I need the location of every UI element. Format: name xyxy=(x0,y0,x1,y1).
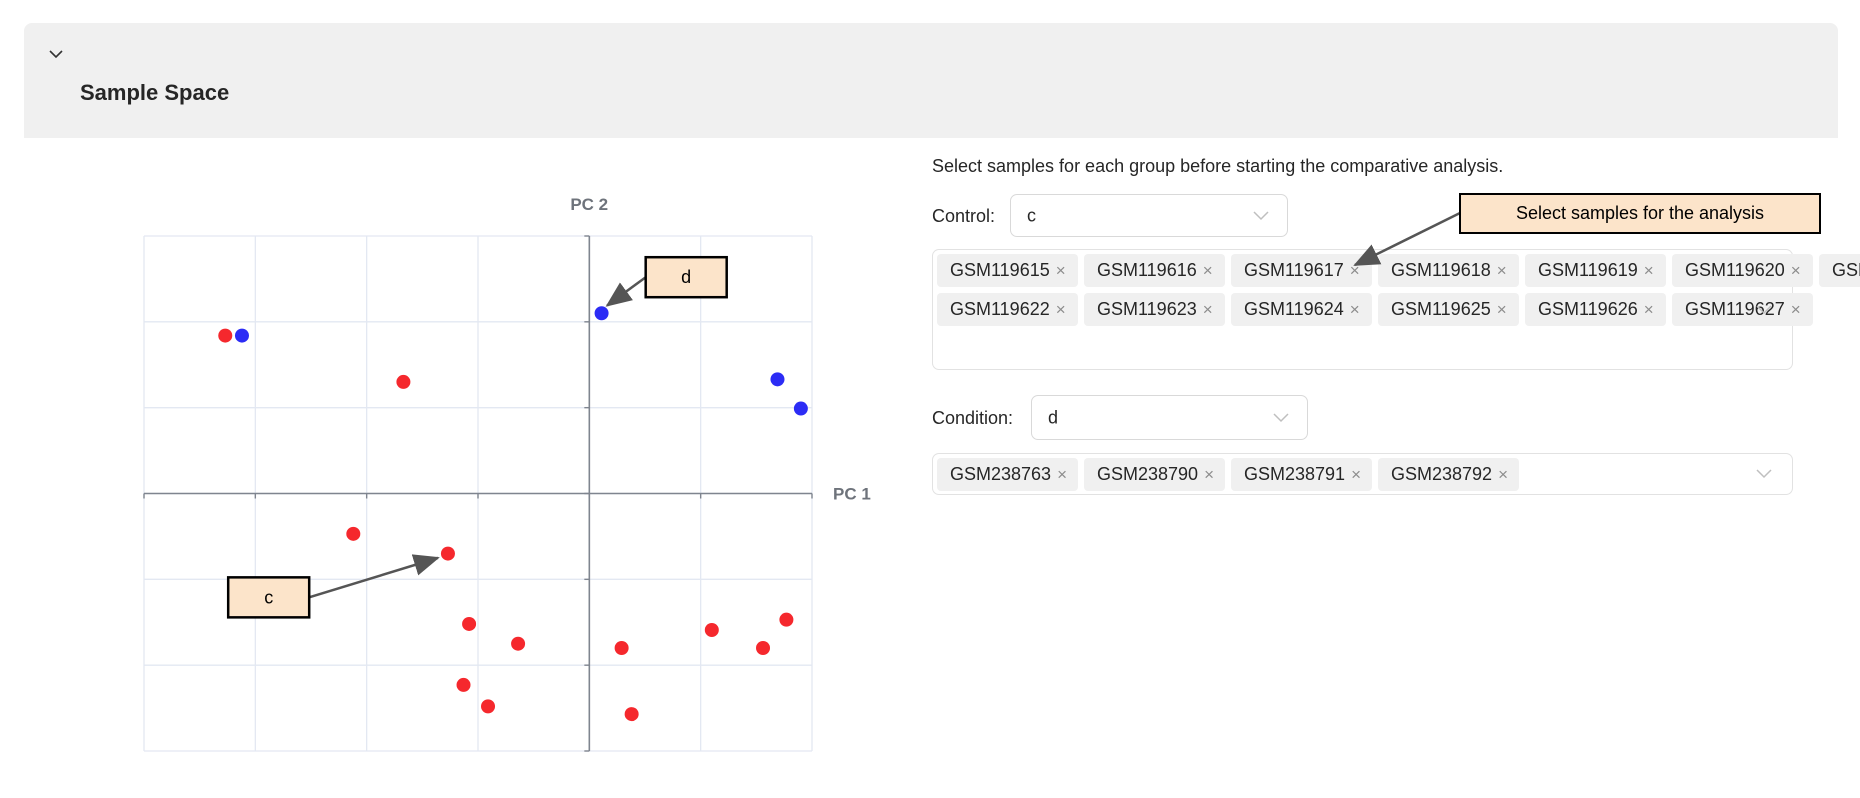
control-samples-multiselect[interactable]: GSM119615 × GSM119616 × GSM119617 × GSM119618 ×… xyxy=(932,249,1860,370)
control-label: Control: xyxy=(932,206,996,226)
data-point-c xyxy=(218,328,233,343)
data-point-d xyxy=(793,401,808,416)
sample-tag: GSM119624 × xyxy=(1231,293,1372,326)
sample-tag-label: GSM238763 xyxy=(950,464,1052,484)
remove-tag-icon[interactable]: × xyxy=(1497,262,1507,279)
data-point-c xyxy=(779,612,794,627)
chevron-down-icon xyxy=(1756,304,1772,314)
data-point-c xyxy=(756,641,771,655)
sample-tag-label: GSM119623 xyxy=(1097,299,1197,319)
remove-tag-icon[interactable]: × xyxy=(1791,262,1801,279)
data-point-c xyxy=(624,707,639,722)
condition-label: Condition: xyxy=(932,408,1014,428)
sample-tag-label: GSM238792 xyxy=(1391,464,1493,484)
sample-tag: GSM238763 × xyxy=(937,458,1078,491)
pca-scatter-plot[interactable]: PC 1 PC 2 c d xyxy=(0,0,920,798)
condition-group-select[interactable]: d xyxy=(1031,395,1308,440)
remove-tag-icon[interactable]: × xyxy=(1057,466,1067,483)
chevron-down-icon xyxy=(1273,412,1289,422)
sample-tag-label: GSM119615 xyxy=(950,260,1050,280)
annotation-c: c xyxy=(226,554,440,619)
remove-tag-icon[interactable]: × xyxy=(1644,262,1654,279)
sample-tag-label: GSM119622 xyxy=(950,299,1050,319)
condition-sample-tags: GSM238763 × GSM238790 × GSM238791 × GSM238792 × xyxy=(937,458,1860,491)
remove-tag-icon[interactable]: × xyxy=(1791,301,1801,318)
annotation-label: c xyxy=(264,587,273,607)
remove-tag-icon[interactable]: × xyxy=(1203,262,1213,279)
sample-tag: GSM119626 × xyxy=(1525,293,1666,326)
data-point-c xyxy=(511,636,526,651)
data-point-c xyxy=(440,546,455,561)
data-point-c xyxy=(462,616,477,631)
data-point-d xyxy=(770,372,785,387)
form-description: Select samples for each group before sta… xyxy=(932,156,1504,176)
y-axis-label: PC 2 xyxy=(570,195,608,214)
sample-tag: GSM119621× xyxy=(1819,254,1860,287)
sample-tag: GSM238790 × xyxy=(1084,458,1225,491)
sample-tag-label: GSM119616 xyxy=(1097,260,1197,280)
annotation-d: d xyxy=(605,255,728,307)
sample-tag-label: GSM119620 xyxy=(1685,260,1785,280)
data-point-c xyxy=(346,526,361,541)
sample-tag: GSM119616 × xyxy=(1084,254,1225,287)
annotation-label: d xyxy=(681,267,691,287)
sample-tag: GSM238792 × xyxy=(1378,458,1519,491)
remove-tag-icon[interactable]: × xyxy=(1203,301,1213,318)
sample-tag-label: GSM119619 xyxy=(1538,260,1638,280)
callout-select-samples: Select samples for the analysis xyxy=(1459,193,1821,234)
remove-tag-icon[interactable]: × xyxy=(1056,301,1066,318)
sample-tag: GSM119619 × xyxy=(1525,254,1666,287)
control-sample-tags: GSM119615 × GSM119616 × GSM119617 × GSM119618 ×… xyxy=(937,254,1860,326)
data-point-c xyxy=(614,641,629,655)
remove-tag-icon[interactable]: × xyxy=(1644,301,1654,318)
condition-group-value: d xyxy=(1048,407,1059,427)
sample-tag-label: GSM238790 xyxy=(1097,464,1199,484)
annotation-arrow xyxy=(605,276,647,307)
sample-tag-label: GSM119626 xyxy=(1538,299,1638,319)
control-group-select[interactable]: c xyxy=(1010,194,1288,237)
control-group-value: c xyxy=(1027,205,1036,225)
data-point-c xyxy=(481,699,496,714)
remove-tag-icon[interactable]: × xyxy=(1056,262,1066,279)
data-point-d xyxy=(594,306,609,321)
remove-tag-icon[interactable]: × xyxy=(1350,301,1360,318)
sample-tag-label: GSM119624 xyxy=(1244,299,1344,319)
sample-tag: GSM119623 × xyxy=(1084,293,1225,326)
sample-tag: GSM119627 × xyxy=(1672,293,1813,326)
data-point-c xyxy=(456,677,471,692)
annotation-arrow xyxy=(308,554,440,599)
condition-samples-multiselect[interactable]: GSM238763 × GSM238790 × GSM238791 × GSM238792 × xyxy=(932,453,1793,495)
points xyxy=(218,306,808,722)
sample-tag: GSM119615 × xyxy=(937,254,1078,287)
data-point-c xyxy=(396,374,411,389)
sample-tag: GSM119625 × xyxy=(1378,293,1519,326)
sample-tag-label: GSM119621 xyxy=(1832,260,1860,280)
sample-tag-label: GSM119618 xyxy=(1391,260,1491,280)
sample-tag: GSM119617 × xyxy=(1231,254,1372,287)
data-point-c xyxy=(704,622,719,637)
remove-tag-icon[interactable]: × xyxy=(1351,466,1361,483)
remove-tag-icon[interactable]: × xyxy=(1497,301,1507,318)
sample-tag-label: GSM119625 xyxy=(1391,299,1491,319)
remove-tag-icon[interactable]: × xyxy=(1350,262,1360,279)
sample-tag: GSM119620 × xyxy=(1672,254,1813,287)
chevron-down-icon xyxy=(1253,210,1269,220)
chevron-down-icon xyxy=(1756,469,1772,479)
data-point-d xyxy=(234,328,249,343)
sample-tag-label: GSM119617 xyxy=(1244,260,1344,280)
remove-tag-icon[interactable]: × xyxy=(1204,466,1214,483)
remove-tag-icon[interactable]: × xyxy=(1498,466,1508,483)
sample-tag: GSM119618 × xyxy=(1378,254,1519,287)
sample-tag: GSM238791 × xyxy=(1231,458,1372,491)
x-axis-label: PC 1 xyxy=(833,485,871,504)
sample-tag-label: GSM238791 xyxy=(1244,464,1346,484)
sample-tag: GSM119622 × xyxy=(937,293,1078,326)
